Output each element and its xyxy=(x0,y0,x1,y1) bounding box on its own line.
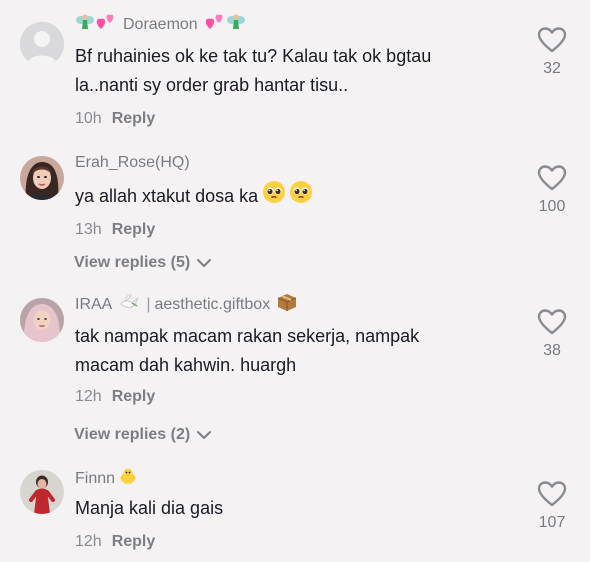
like-button[interactable]: 100 xyxy=(532,164,572,216)
comment-text-line: Bf ruhainies ok ke tak tu? Kalau tak ok … xyxy=(75,46,432,66)
comment-username[interactable]: IRAA | aesthetic.giftbox xyxy=(75,292,498,319)
heart-icon xyxy=(537,481,567,507)
comment-meta: 13h Reply xyxy=(75,219,498,241)
username-text: Erah_Rose(HQ) xyxy=(75,154,190,171)
comment-timestamp: 13h xyxy=(75,221,102,238)
user-photo xyxy=(20,156,64,200)
fairy-emoji-icon xyxy=(226,12,246,39)
like-count: 32 xyxy=(543,60,561,77)
like-count: 38 xyxy=(543,342,561,359)
view-replies-button[interactable]: View replies (5) xyxy=(74,254,212,272)
username-text: IRAA xyxy=(75,296,113,313)
comment-meta: 10h Reply xyxy=(75,108,498,130)
reply-button[interactable]: Reply xyxy=(112,388,156,405)
username-extra-text: aesthetic.giftbox xyxy=(154,296,271,313)
comment-timestamp: 10h xyxy=(75,110,102,127)
comment-text-line: tak nampak macam rakan sekerja, nampak xyxy=(75,326,420,346)
pleading-face-emoji-icon xyxy=(262,180,286,213)
like-count: 100 xyxy=(538,198,566,215)
hearts-emoji-icon xyxy=(95,12,117,39)
username-separator: | xyxy=(146,296,151,313)
reply-button[interactable]: Reply xyxy=(112,533,156,550)
package-emoji-icon xyxy=(276,292,298,319)
comment-username[interactable]: Doraemon xyxy=(75,12,498,39)
username-text: Doraemon xyxy=(123,16,198,33)
avatar[interactable] xyxy=(20,156,64,200)
comment-text: Manja kali dia gais xyxy=(75,494,498,523)
like-button[interactable]: 32 xyxy=(532,26,572,78)
view-replies-button[interactable]: View replies (2) xyxy=(74,426,212,444)
avatar[interactable] xyxy=(20,470,64,514)
pleading-face-emoji-icon xyxy=(289,180,313,213)
view-replies-label: View replies (5) xyxy=(74,254,191,271)
comment-text-line: Manja kali dia gais xyxy=(75,498,224,518)
like-count: 107 xyxy=(538,514,566,531)
heart-icon xyxy=(537,309,567,335)
comment-username[interactable]: Finnn xyxy=(75,468,498,490)
comment-text-line: ya allah xtakut dosa ka xyxy=(75,186,259,206)
reply-button[interactable]: Reply xyxy=(112,110,156,127)
user-photo xyxy=(20,470,64,514)
like-button[interactable]: 38 xyxy=(532,308,572,360)
chevron-down-icon xyxy=(197,259,212,267)
comment-text: Bf ruhainies ok ke tak tu? Kalau tak ok … xyxy=(75,42,498,100)
chick-emoji-icon xyxy=(117,466,139,493)
comment-username[interactable]: Erah_Rose(HQ) xyxy=(75,152,498,174)
comment-text-line: macam dah kahwin. huargh xyxy=(75,355,297,375)
heart-icon xyxy=(537,27,567,53)
comment-text-line: la..nanti sy order grab hantar tisu.. xyxy=(75,75,349,95)
user-photo xyxy=(20,298,64,342)
dove-emoji-icon xyxy=(118,292,140,319)
avatar[interactable] xyxy=(20,298,64,342)
heart-icon xyxy=(537,165,567,191)
comment-meta: 12h Reply xyxy=(75,531,498,553)
reply-button[interactable]: Reply xyxy=(112,221,156,238)
like-button[interactable]: 107 xyxy=(532,480,572,532)
comment-timestamp: 12h xyxy=(75,533,102,550)
avatar[interactable] xyxy=(20,22,64,66)
comment-text: tak nampak macam rakan sekerja, nampak m… xyxy=(75,322,498,380)
chevron-down-icon xyxy=(197,431,212,439)
fairy-emoji-icon xyxy=(75,12,95,39)
default-avatar-icon xyxy=(20,22,64,66)
comment-meta: 12h Reply xyxy=(75,386,498,408)
username-text: Finnn xyxy=(75,470,116,487)
comment-timestamp: 12h xyxy=(75,388,102,405)
hearts-emoji-icon xyxy=(204,12,226,39)
comment-text: ya allah xtakut dosa ka xyxy=(75,180,498,213)
view-replies-label: View replies (2) xyxy=(74,426,191,443)
